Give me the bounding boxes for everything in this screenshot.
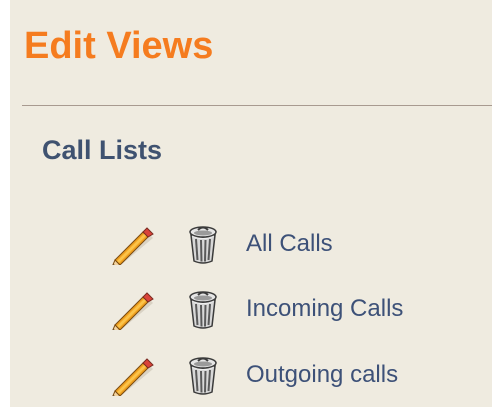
- view-link-outgoing-calls[interactable]: Outgoing calls: [246, 360, 398, 390]
- trash-can-icon[interactable]: [187, 224, 219, 264]
- trash-can-icon[interactable]: [187, 355, 219, 395]
- pencil-icon[interactable]: [110, 292, 156, 330]
- view-link-incoming-calls[interactable]: Incoming Calls: [246, 294, 403, 324]
- trash-can-icon[interactable]: [187, 289, 219, 329]
- pencil-icon[interactable]: [110, 227, 156, 265]
- page-title: Edit Views: [24, 25, 214, 67]
- view-row-incoming-calls: Incoming Calls: [10, 284, 492, 334]
- title-divider: [22, 105, 492, 106]
- view-row-all-calls: All Calls: [10, 219, 492, 269]
- pencil-icon[interactable]: [110, 358, 156, 396]
- section-title-call-lists: Call Lists: [42, 135, 163, 165]
- edit-views-panel: Edit Views Call Lists All Calls Incoming…: [10, 0, 492, 407]
- view-link-all-calls[interactable]: All Calls: [246, 229, 333, 259]
- view-row-outgoing-calls: Outgoing calls: [10, 350, 492, 400]
